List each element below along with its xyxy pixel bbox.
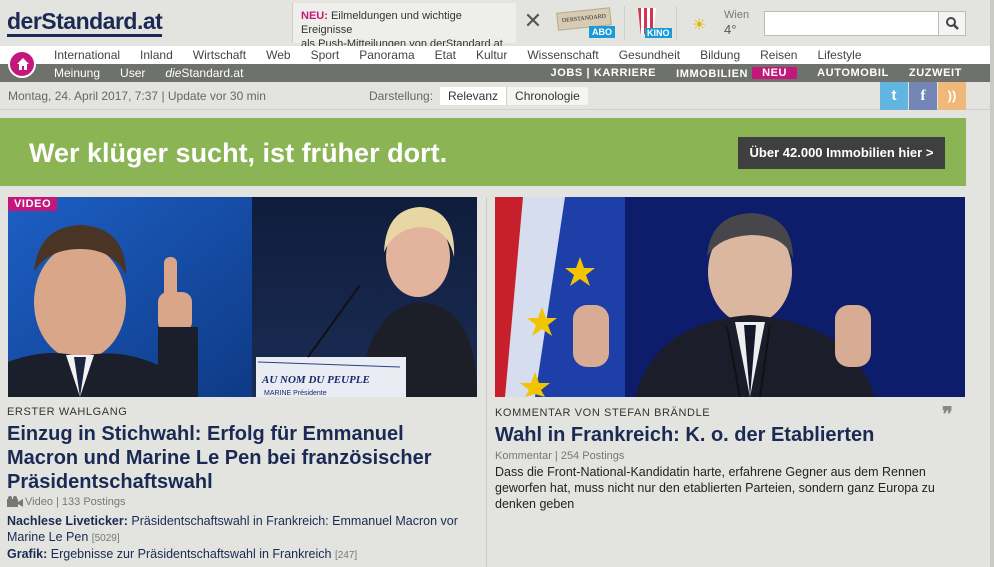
- quote-icon: ❞: [942, 404, 953, 426]
- divider: [624, 6, 625, 40]
- divider: [676, 6, 677, 40]
- nav-item-zuzweit[interactable]: ZUZWEIT: [899, 66, 972, 81]
- search-button[interactable]: [938, 12, 965, 35]
- diestandard-prefix: die: [165, 66, 182, 80]
- related-count: [5029]: [91, 533, 120, 544]
- article1-meta: Video | 133 Postings: [7, 496, 126, 508]
- push-notification-promo[interactable]: NEU: Eilmeldungen und wichtige Ereigniss…: [292, 3, 516, 50]
- column-divider: [486, 197, 487, 567]
- video-badge: VIDEO: [8, 197, 58, 211]
- search-icon: [946, 17, 959, 30]
- search-box: [764, 11, 966, 36]
- nav-item-wirtschaft[interactable]: Wirtschaft: [183, 48, 256, 62]
- video-camera-icon: [7, 496, 23, 507]
- date-bar: Montag, 24. April 2017, 7:37 | Update vo…: [0, 82, 990, 110]
- related-link-grafik[interactable]: Grafik: Ergebnisse zur Präsidentschaftsw…: [7, 546, 483, 564]
- weather-temperature[interactable]: 4°: [724, 22, 736, 37]
- display-mode-toggle: Relevanz Chronologie: [440, 87, 588, 105]
- article1-headline[interactable]: Einzug in Stichwahl: Erfolg für Emmanuel…: [7, 422, 477, 494]
- kino-label: KINO: [645, 28, 672, 38]
- nav-item-sport[interactable]: Sport: [301, 48, 350, 62]
- kino-link[interactable]: KINO: [635, 6, 672, 40]
- mode-chronologie[interactable]: Chronologie: [506, 87, 588, 105]
- close-icon[interactable]: ✕: [522, 10, 544, 34]
- nav-item-lifestyle[interactable]: Lifestyle: [807, 48, 871, 62]
- abo-link[interactable]: DERSTANDARD ABO: [556, 7, 615, 38]
- weather-city[interactable]: Wien: [724, 9, 749, 21]
- related-count: [247]: [334, 550, 358, 561]
- related-link-liveticker[interactable]: Nachlese Liveticker: Präsidentschaftswah…: [7, 513, 483, 547]
- house-icon: [17, 58, 29, 70]
- update-timestamp: Montag, 24. April 2017, 7:37 | Update vo…: [8, 89, 266, 103]
- nav-item-diestandard[interactable]: dieStandard.at: [155, 66, 253, 80]
- podium-name: MARINE Présidente: [264, 390, 327, 397]
- facebook-icon[interactable]: f: [909, 82, 937, 110]
- article2-meta: Kommentar | 254 Postings: [495, 450, 625, 462]
- search-input[interactable]: [765, 12, 939, 35]
- nav-item-user[interactable]: User: [110, 66, 155, 80]
- nav-item-etat[interactable]: Etat: [425, 48, 466, 62]
- article2-headline[interactable]: Wahl in Frankreich: K. o. der Etablierte…: [495, 423, 965, 447]
- nav-item-jobs[interactable]: JOBS | KARRIERE: [540, 66, 666, 81]
- related-text: Ergebnisse zur Präsidentschaftswahl in F…: [50, 547, 332, 561]
- sun-icon[interactable]: ☀: [692, 15, 706, 35]
- nav-item-inland[interactable]: Inland: [130, 48, 183, 62]
- push-new-badge: NEU:: [301, 10, 328, 22]
- banner-cta-button[interactable]: Über 42.000 Immobilien hier >: [738, 137, 945, 169]
- nav-item-kultur[interactable]: Kultur: [466, 48, 517, 62]
- nav-item-international[interactable]: International: [44, 48, 130, 62]
- nav-item-panorama[interactable]: Panorama: [349, 48, 424, 62]
- abo-label: ABO: [589, 26, 615, 38]
- scrollbar-track[interactable]: [990, 0, 994, 567]
- nav-item-bildung[interactable]: Bildung: [690, 48, 750, 62]
- nav-item-wissenschaft[interactable]: Wissenschaft: [517, 48, 608, 62]
- related-label: Nachlese Liveticker:: [7, 514, 128, 528]
- article1-photo: AU NOM DU PEUPLE MARINE Présidente: [8, 197, 477, 397]
- immobilien-label: IMMOBILIEN: [676, 68, 749, 80]
- nav-item-automobil[interactable]: AUTOMOBIL: [807, 66, 899, 81]
- nav-item-reisen[interactable]: Reisen: [750, 48, 807, 62]
- twitter-icon[interactable]: t: [880, 82, 908, 110]
- nav-item-gesundheit[interactable]: Gesundheit: [609, 48, 690, 62]
- home-button[interactable]: [8, 50, 36, 78]
- diestandard-suffix: Standard.at: [181, 66, 244, 80]
- article2-lead: Dass die Front-National-Kandidatin harte…: [495, 465, 935, 511]
- article2-photo: [495, 197, 965, 397]
- nav-item-meinung[interactable]: Meinung: [44, 66, 110, 80]
- article1-meta-text: Video | 133 Postings: [25, 496, 126, 508]
- mode-relevanz[interactable]: Relevanz: [440, 87, 507, 105]
- article2-kicker: KOMMENTAR VON STEFAN BRÄNDLE: [495, 407, 711, 419]
- nav-item-immobilien[interactable]: IMMOBILIEN NEU: [666, 66, 807, 81]
- nav-item-web[interactable]: Web: [256, 48, 300, 62]
- article1-image[interactable]: AU NOM DU PEUPLE MARINE Présidente: [8, 197, 477, 397]
- related-label: Grafik:: [7, 547, 48, 561]
- article2-image[interactable]: [495, 197, 965, 397]
- site-logo[interactable]: derStandard.at: [7, 8, 163, 37]
- article1-kicker: ERSTER WAHLGANG: [7, 406, 128, 418]
- secondary-nav: Meinung User dieStandard.at JOBS | KARRI…: [0, 64, 990, 82]
- primary-nav: International Inland Wirtschaft Web Spor…: [0, 46, 990, 64]
- rss-icon[interactable]: )): [938, 82, 966, 110]
- site-header: derStandard.at NEU: Eilmeldungen und wic…: [0, 0, 994, 50]
- display-mode-label: Darstellung:: [369, 89, 434, 103]
- new-badge: NEU: [752, 67, 798, 79]
- podium-slogan: AU NOM DU PEUPLE: [261, 374, 370, 386]
- banner-headline: Wer klüger sucht, ist früher dort.: [29, 138, 448, 168]
- ad-banner[interactable]: Wer klüger sucht, ist früher dort. Über …: [0, 118, 966, 186]
